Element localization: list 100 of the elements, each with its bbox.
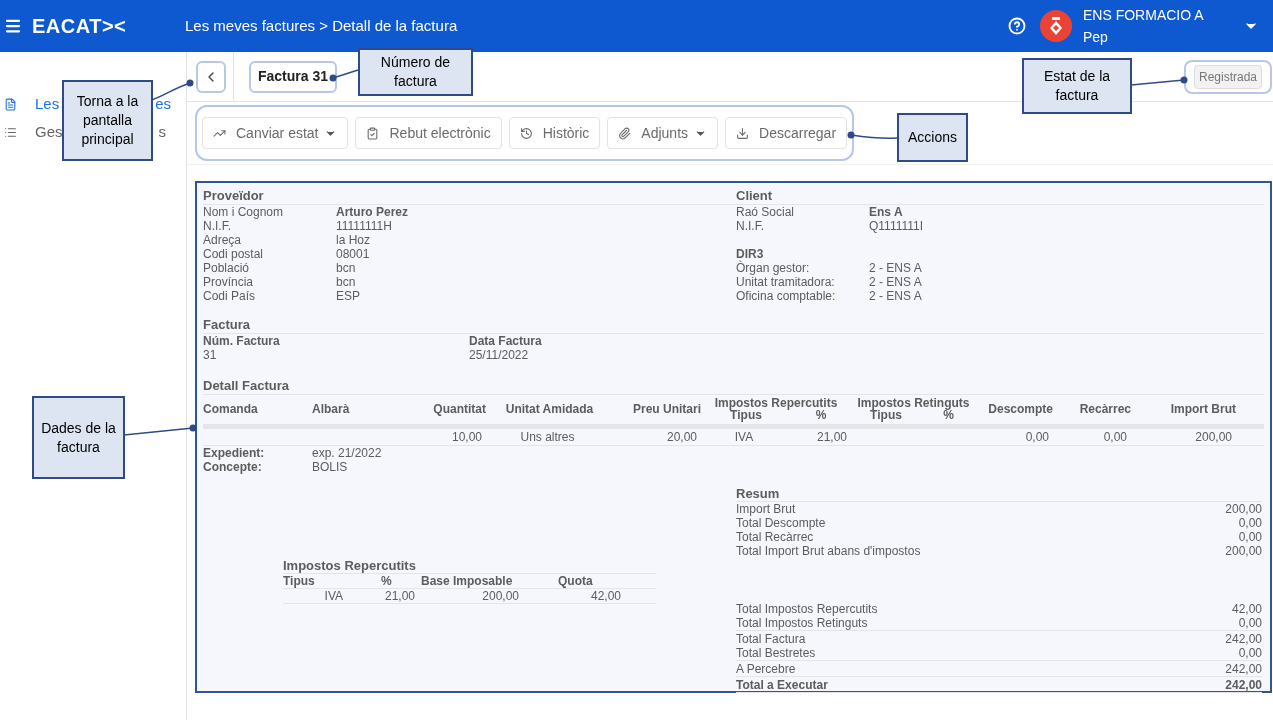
summary-value: 242,00 — [1225, 662, 1262, 676]
summary-label: Total Factura — [736, 632, 806, 646]
summary-value: 0,00 — [1238, 530, 1262, 544]
field-value: ESP — [336, 289, 360, 303]
summary-label: Total Impostos Retinguts — [736, 616, 868, 630]
action-button[interactable]: Rebut electrònic — [355, 117, 502, 149]
field-value: bcn — [336, 261, 356, 275]
field-value: BOLIS — [312, 460, 348, 474]
summary-value: 42,00 — [1231, 602, 1262, 616]
section-title: Proveïdor — [203, 188, 736, 205]
field-label: Núm. Factura — [203, 334, 281, 348]
column-header: Quantitat — [433, 403, 486, 415]
section-title: Impostos Repercutits — [283, 558, 656, 574]
logo[interactable]: EACAT>< — [32, 11, 182, 41]
field-value: 11111111H — [336, 219, 392, 233]
column-header: Tipus — [870, 409, 902, 421]
column-header: % — [815, 409, 827, 421]
field-label: Raó Social — [736, 205, 796, 219]
user-name: Pep — [1083, 28, 1109, 47]
action-button[interactable]: Descarregar — [725, 117, 848, 149]
section-title: Detall Factura — [203, 378, 289, 394]
section-title: Factura — [203, 317, 251, 333]
summary-label: Total Bestretes — [736, 646, 816, 660]
field-value: exp. 21/2022 — [312, 446, 382, 460]
sidebar-item[interactable]: Les — [35, 92, 60, 116]
field-label: Data Factura — [469, 334, 543, 348]
summary-label: Total Impostos Repercutits — [736, 602, 878, 616]
table-cell: 0,00 — [1025, 430, 1049, 444]
sidebar-item[interactable]: Ges — [35, 120, 63, 144]
summary-value: 0,00 — [1238, 516, 1262, 530]
leader-line — [329, 69, 359, 82]
field-label: Província — [203, 275, 255, 289]
field-value: Arturo Perez — [336, 205, 409, 219]
column-header: Albarà — [312, 403, 350, 415]
callout: Torna a la pantalla principal — [62, 80, 153, 161]
organization-name: ENS FORMACIO A — [1083, 6, 1205, 25]
table-cell: 0,00 — [1103, 430, 1127, 444]
section-title: Client — [736, 188, 1264, 205]
leader-line — [847, 131, 898, 139]
status-badge: Registrada — [1193, 64, 1262, 89]
table-cell: 21,00 — [816, 430, 847, 444]
column-header: Import Brut — [1170, 403, 1236, 415]
field-label: Adreça — [203, 233, 243, 247]
help-icon[interactable] — [1008, 17, 1026, 35]
table-cell: 20,00 — [666, 430, 697, 444]
field-label: Unitat tramitadora: — [736, 275, 836, 289]
column-header: % — [943, 409, 954, 421]
summary-label: Total Recàrrec — [736, 530, 814, 544]
sidebar-item[interactable]: s — [158, 120, 166, 144]
breadcrumb: Les meves factures > Detall de la factura — [185, 15, 458, 36]
action-icon — [519, 126, 533, 140]
action-icon — [736, 126, 750, 140]
action-button[interactable]: Canviar estat — [202, 117, 349, 149]
column-header: Descompte — [988, 403, 1053, 415]
table-cell-text: 200,00 — [481, 589, 519, 603]
field-label: Concepte: — [203, 460, 263, 474]
summary-label: A Percebre — [736, 662, 796, 676]
table-cell: IVA — [734, 430, 754, 444]
field-label: Nom i Cognom — [203, 205, 285, 219]
subsection-title: DIR3 — [736, 247, 764, 261]
action-icon — [366, 126, 380, 140]
field-label: Codi País — [203, 289, 257, 303]
sidebar-item[interactable]: es — [155, 92, 172, 116]
column-group-header: Impostos Retinguts — [857, 397, 970, 409]
callout: Accions — [897, 113, 968, 162]
column-header: Tipus — [730, 409, 762, 421]
column-header: Unitat Amidada — [505, 403, 594, 415]
emblem-icon — [1048, 17, 1064, 35]
field-label: N.I.F. — [736, 219, 765, 233]
callout: Dades de la factura — [32, 396, 125, 479]
field-label: Expedient: — [203, 446, 266, 460]
action-button[interactable]: Adjunts — [607, 117, 719, 149]
field-value: 08001 — [336, 247, 370, 261]
section-title: Resum — [736, 486, 1262, 502]
menu-icon[interactable] — [4, 17, 22, 35]
summary-value: 242,00 — [1225, 632, 1262, 646]
column-header: Tipus — [283, 574, 316, 588]
summary-value: 0,00 — [1238, 616, 1262, 630]
table-cell-text: IVA — [323, 589, 343, 603]
table-cell-text: 42,00 — [589, 589, 621, 603]
column-header: Quota — [558, 574, 594, 588]
column-header: Recàrrec — [1079, 403, 1131, 415]
column-header: Base Imposable — [421, 574, 514, 588]
field-value: 2 - ENS A — [869, 275, 922, 289]
field-value: Q1111111I — [869, 219, 924, 233]
field-value: la Hoz — [336, 233, 370, 247]
action-button[interactable]: Històric — [508, 117, 601, 149]
field-label: Òrgan gestor: — [736, 261, 811, 275]
callout: Número de factura — [358, 48, 473, 96]
leader-line — [1130, 76, 1188, 86]
field-label: Oficina comptable: — [736, 289, 837, 303]
summary-label: Total Descompte — [736, 516, 826, 530]
organization-avatar[interactable] — [1040, 10, 1072, 42]
leader-line — [151, 79, 194, 101]
table-cell: Uns altres — [520, 430, 575, 444]
table-cell-text: 21,00 — [383, 589, 415, 603]
field-value: 25/11/2022 — [469, 348, 530, 362]
field-value: bcn — [336, 275, 356, 289]
column-header: Preu Unitari — [633, 403, 701, 415]
summary-label: Total a Executar — [736, 678, 828, 692]
